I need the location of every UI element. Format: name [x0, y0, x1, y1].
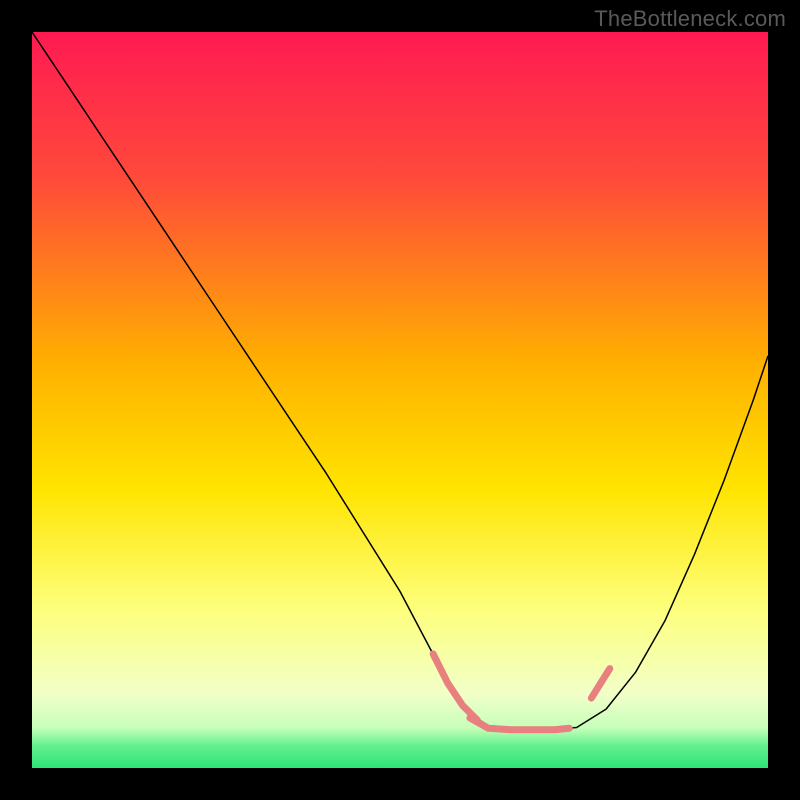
chart-svg — [32, 32, 768, 768]
chart-frame: TheBottleneck.com — [0, 0, 800, 800]
plot-area — [32, 32, 768, 768]
watermark-text: TheBottleneck.com — [594, 6, 786, 32]
gradient-background — [32, 32, 768, 768]
